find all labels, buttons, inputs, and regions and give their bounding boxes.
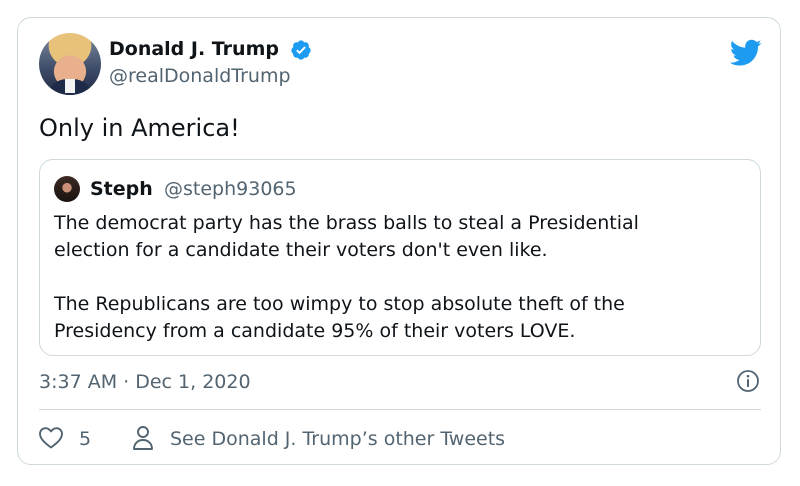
person-icon: [133, 426, 153, 450]
see-other-tweets-link[interactable]: See Donald J. Trump’s other Tweets: [170, 428, 505, 450]
author-handle[interactable]: @realDonaldTrump: [109, 65, 291, 87]
quoted-text-line: election for a candidate their voters do…: [54, 239, 548, 261]
author-avatar[interactable]: [39, 33, 101, 95]
quoted-author-handle: @steph93065: [164, 178, 297, 200]
author-name[interactable]: Donald J. Trump: [109, 38, 279, 60]
verified-badge-icon: [291, 40, 311, 60]
tweet-card: Donald J. Trump @realDonaldTrump Only in…: [17, 17, 781, 465]
twitter-bird-icon[interactable]: [730, 39, 762, 67]
tweet-text: Only in America!: [39, 114, 240, 142]
quoted-author-name: Steph: [90, 178, 153, 200]
quoted-tweet[interactable]: Steph @steph93065 The democrat party has…: [39, 159, 761, 356]
heart-icon[interactable]: [38, 426, 64, 450]
quoted-text-line: Presidency from a candidate 95% of their…: [54, 320, 576, 342]
quoted-tweet-text: The democrat party has the brass balls t…: [54, 210, 639, 345]
quoted-text-line: The democrat party has the brass balls t…: [54, 212, 639, 234]
info-icon[interactable]: [736, 369, 760, 393]
tweet-timestamp[interactable]: 3:37 AM · Dec 1, 2020: [39, 371, 251, 393]
divider: [39, 409, 761, 410]
quoted-author-avatar[interactable]: [54, 176, 80, 202]
like-count[interactable]: 5: [79, 428, 91, 450]
quoted-text-line: The Republicans are too wimpy to stop ab…: [54, 293, 625, 315]
avatar-collar: [65, 79, 75, 93]
